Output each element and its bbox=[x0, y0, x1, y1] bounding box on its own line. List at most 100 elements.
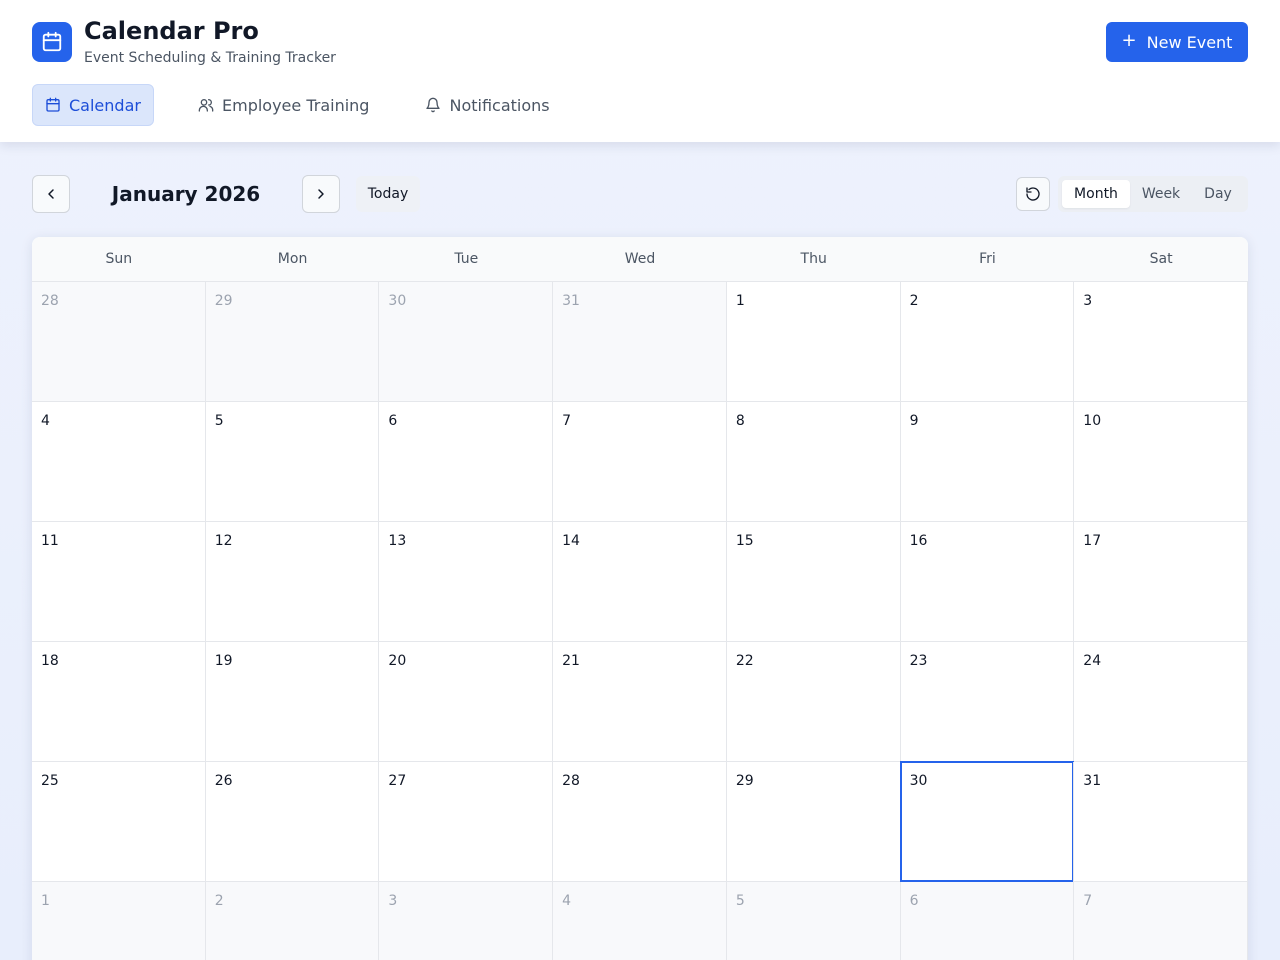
day-cell[interactable]: 30 bbox=[378, 282, 554, 402]
day-number: 3 bbox=[388, 893, 398, 909]
day-cell-today[interactable]: 30 bbox=[899, 761, 1075, 882]
day-cell[interactable]: 26 bbox=[204, 762, 380, 882]
view-week-button[interactable]: Week bbox=[1130, 180, 1192, 208]
view-switcher: Month Week Day bbox=[1058, 176, 1248, 212]
day-cell[interactable]: 31 bbox=[552, 282, 727, 402]
day-number: 10 bbox=[1083, 413, 1102, 429]
day-cell[interactable]: 12 bbox=[204, 522, 380, 642]
day-number: 1 bbox=[41, 893, 50, 909]
nav-item-employee-training[interactable]: Employee Training bbox=[198, 84, 369, 126]
day-cell[interactable]: 17 bbox=[1073, 522, 1248, 642]
day-number: 29 bbox=[735, 773, 754, 789]
day-number: 8 bbox=[735, 413, 745, 429]
day-number: 12 bbox=[214, 533, 233, 549]
day-cell[interactable]: 19 bbox=[204, 642, 380, 762]
bell-icon bbox=[426, 97, 441, 113]
day-cell[interactable]: 28 bbox=[552, 762, 727, 882]
day-number: 9 bbox=[909, 413, 919, 429]
day-number: 31 bbox=[562, 293, 580, 309]
day-number: 29 bbox=[214, 293, 233, 309]
day-cell[interactable]: 10 bbox=[1073, 402, 1248, 522]
weekday-label: Mon bbox=[277, 251, 308, 267]
day-cell[interactable]: 9 bbox=[899, 402, 1075, 522]
nav-item-label: Calendar bbox=[69, 95, 141, 115]
day-cell[interactable]: 28 bbox=[32, 282, 206, 402]
chevron-left-icon bbox=[48, 189, 54, 199]
day-cell[interactable]: 22 bbox=[725, 642, 901, 762]
day-number: 21 bbox=[562, 653, 580, 669]
today-button[interactable]: Today bbox=[356, 176, 420, 212]
day-cell[interactable]: 14 bbox=[552, 522, 727, 642]
day-number: 13 bbox=[388, 533, 407, 549]
nav-item-label: Employee Training bbox=[222, 95, 370, 115]
day-cell[interactable]: 29 bbox=[204, 282, 380, 402]
day-cell[interactable]: 3 bbox=[378, 882, 554, 960]
day-cell[interactable]: 29 bbox=[725, 762, 901, 882]
view-month-button[interactable]: Month bbox=[1062, 180, 1130, 208]
day-cell[interactable]: 25 bbox=[32, 762, 206, 882]
prev-month-button[interactable] bbox=[32, 175, 70, 213]
day-cell[interactable]: 31 bbox=[1073, 762, 1248, 882]
calendar-icon bbox=[42, 31, 62, 52]
plus-icon: + bbox=[1121, 30, 1137, 51]
day-number: 7 bbox=[562, 413, 572, 429]
nav-item-calendar[interactable]: Calendar bbox=[32, 84, 154, 126]
day-number: 16 bbox=[909, 533, 928, 549]
day-cell[interactable]: 6 bbox=[378, 402, 554, 522]
day-cell[interactable]: 1 bbox=[725, 282, 901, 402]
day-number: 28 bbox=[41, 293, 59, 309]
day-number: 7 bbox=[1083, 893, 1093, 909]
next-month-button[interactable] bbox=[302, 175, 340, 213]
day-cell[interactable]: 7 bbox=[552, 402, 727, 522]
day-number: 14 bbox=[562, 533, 580, 549]
day-cell[interactable]: 11 bbox=[32, 522, 206, 642]
day-number: 24 bbox=[1083, 653, 1102, 669]
nav-item-label: Notifications bbox=[449, 95, 550, 115]
day-number: 5 bbox=[214, 413, 224, 429]
day-number: 23 bbox=[909, 653, 928, 669]
app-header: Calendar Pro Event Scheduling & Training… bbox=[0, 0, 1280, 142]
main-nav: Calendar Employee Training Notifications bbox=[32, 84, 550, 126]
day-number: 30 bbox=[388, 293, 407, 309]
day-cell[interactable]: 7 bbox=[1073, 882, 1248, 960]
day-cell[interactable]: 5 bbox=[725, 882, 901, 960]
day-number: 2 bbox=[214, 893, 224, 909]
day-number: 6 bbox=[388, 413, 398, 429]
day-cell[interactable]: 13 bbox=[378, 522, 554, 642]
new-event-button[interactable]: + New Event bbox=[1106, 22, 1248, 62]
day-number: 30 bbox=[909, 773, 928, 789]
day-number: 4 bbox=[562, 893, 572, 909]
view-day-button[interactable]: Day bbox=[1192, 180, 1244, 208]
day-cell[interactable]: 4 bbox=[552, 882, 727, 960]
weekday-label: Sat bbox=[1149, 251, 1173, 267]
day-cell[interactable]: 27 bbox=[378, 762, 554, 882]
day-number: 28 bbox=[562, 773, 580, 789]
day-cell[interactable]: 2 bbox=[204, 882, 380, 960]
day-cell[interactable]: 4 bbox=[32, 402, 206, 522]
refresh-button[interactable] bbox=[1016, 177, 1050, 211]
day-cell[interactable]: 24 bbox=[1073, 642, 1248, 762]
day-cell[interactable]: 16 bbox=[899, 522, 1075, 642]
day-number: 3 bbox=[1083, 293, 1093, 309]
day-cell[interactable]: 8 bbox=[725, 402, 901, 522]
day-cell[interactable]: 18 bbox=[32, 642, 206, 762]
weekday-label: Sun bbox=[105, 251, 133, 267]
day-number: 20 bbox=[388, 653, 407, 669]
day-cell[interactable]: 21 bbox=[552, 642, 727, 762]
nav-item-notifications[interactable]: Notifications bbox=[425, 84, 550, 126]
day-cell[interactable]: 6 bbox=[899, 882, 1075, 960]
day-cell[interactable]: 3 bbox=[1073, 282, 1248, 402]
day-cell[interactable]: 5 bbox=[204, 402, 380, 522]
weekday-label: Wed bbox=[624, 251, 656, 267]
day-cell[interactable]: 23 bbox=[899, 642, 1075, 762]
day-cell[interactable]: 2 bbox=[899, 282, 1075, 402]
day-number: 17 bbox=[1083, 533, 1102, 549]
new-event-label: New Event bbox=[1146, 32, 1233, 52]
day-cell[interactable]: 15 bbox=[725, 522, 901, 642]
users-icon bbox=[198, 99, 214, 112]
day-number: 11 bbox=[41, 533, 59, 549]
day-cell[interactable]: 1 bbox=[32, 882, 206, 960]
day-cell[interactable]: 20 bbox=[378, 642, 554, 762]
day-number: 15 bbox=[735, 533, 754, 549]
day-number: 18 bbox=[41, 653, 59, 669]
